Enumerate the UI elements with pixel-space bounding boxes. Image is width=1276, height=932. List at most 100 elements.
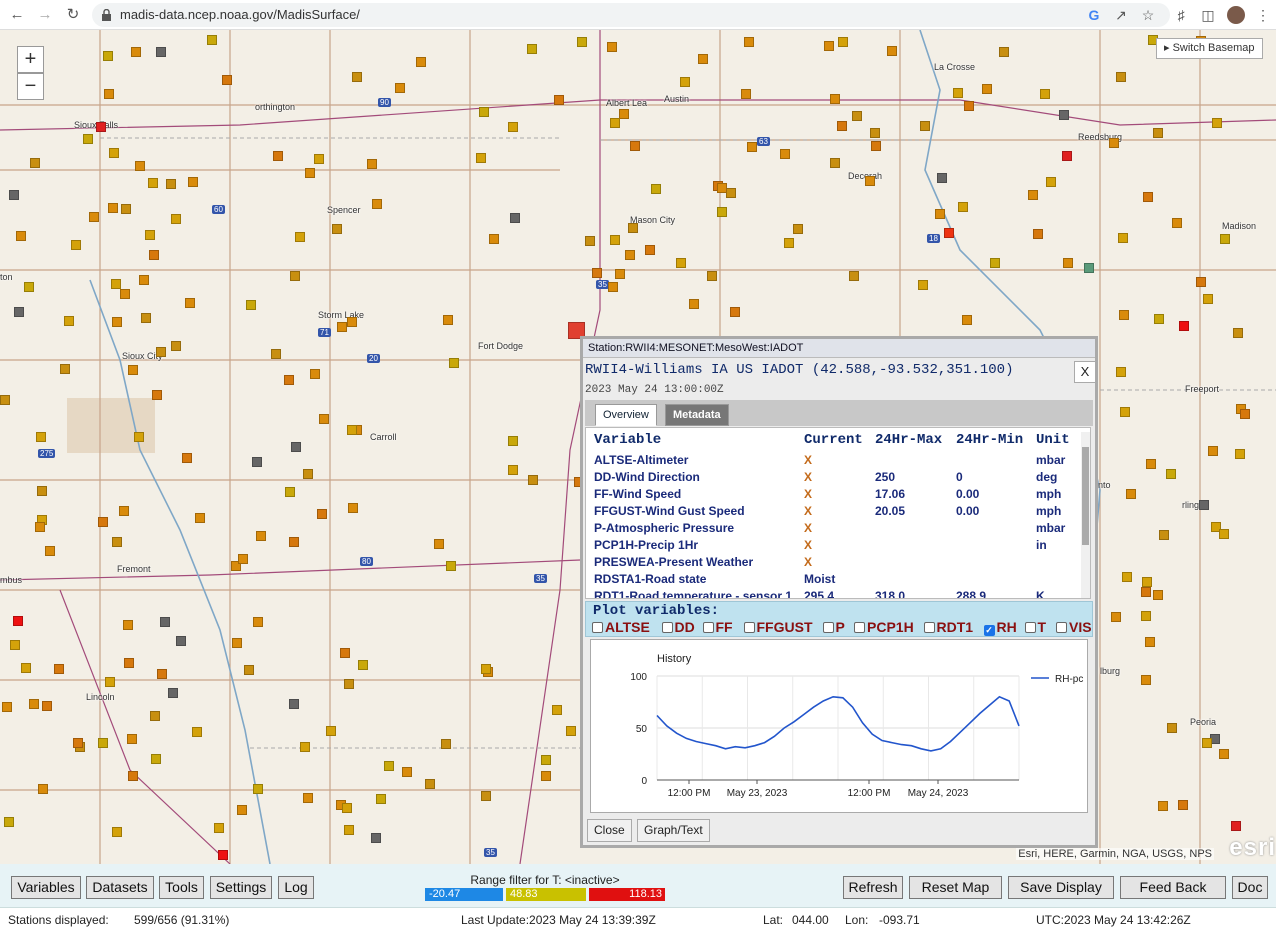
station-marker[interactable] — [1153, 590, 1163, 600]
station-marker[interactable] — [1219, 529, 1229, 539]
station-marker[interactable] — [1202, 738, 1212, 748]
station-marker[interactable] — [54, 664, 64, 674]
station-marker[interactable] — [830, 94, 840, 104]
station-marker[interactable] — [870, 128, 880, 138]
station-marker[interactable] — [508, 436, 518, 446]
station-marker[interactable] — [527, 44, 537, 54]
checkbox-icon[interactable] — [822, 622, 834, 633]
station-marker[interactable] — [1109, 138, 1119, 148]
station-marker[interactable] — [171, 341, 181, 351]
station-marker[interactable] — [707, 271, 717, 281]
checkbox-icon[interactable]: ✓ — [983, 625, 995, 636]
station-marker[interactable] — [98, 738, 108, 748]
station-marker[interactable] — [1166, 469, 1176, 479]
station-marker[interactable] — [680, 77, 690, 87]
station-marker[interactable] — [1116, 72, 1126, 82]
checkbox-icon[interactable] — [1056, 622, 1067, 633]
station-marker[interactable] — [13, 616, 23, 626]
address-bar[interactable]: madis-data.ncep.noaa.gov/MadisSurface/ — [92, 3, 1170, 27]
datasets-button[interactable]: Datasets — [86, 876, 154, 899]
station-marker[interactable] — [38, 784, 48, 794]
station-marker[interactable] — [780, 149, 790, 159]
map[interactable]: Sioux Falls orthington Albert Lea Austin La … — [0, 30, 1276, 864]
station-marker[interactable] — [73, 738, 83, 748]
plot-var-ff[interactable]: FF — [702, 619, 733, 635]
station-marker[interactable] — [372, 199, 382, 209]
station-marker[interactable] — [256, 531, 266, 541]
station-marker[interactable] — [830, 158, 840, 168]
station-marker[interactable] — [982, 84, 992, 94]
star-icon[interactable]: ☆ — [1137, 4, 1159, 26]
station-marker[interactable] — [96, 122, 106, 132]
variables-button[interactable]: Variables — [11, 876, 81, 899]
station-marker[interactable] — [347, 317, 357, 327]
station-marker[interactable] — [1212, 118, 1222, 128]
station-marker[interactable] — [698, 54, 708, 64]
station-marker[interactable] — [160, 617, 170, 627]
station-marker[interactable] — [577, 37, 587, 47]
checkbox-icon[interactable] — [1024, 622, 1036, 633]
station-marker[interactable] — [344, 679, 354, 689]
station-marker[interactable] — [305, 168, 315, 178]
station-marker[interactable] — [528, 475, 538, 485]
station-marker[interactable] — [1062, 151, 1072, 161]
station-marker[interactable] — [726, 188, 736, 198]
station-marker[interactable] — [887, 46, 897, 56]
station-marker[interactable] — [112, 537, 122, 547]
station-marker[interactable] — [1141, 587, 1151, 597]
station-marker[interactable] — [920, 121, 930, 131]
station-marker[interactable] — [434, 539, 444, 549]
station-marker[interactable] — [148, 178, 158, 188]
station-marker[interactable] — [151, 754, 161, 764]
station-marker[interactable] — [16, 231, 26, 241]
station-marker[interactable] — [508, 122, 518, 132]
station-marker[interactable] — [744, 37, 754, 47]
station-marker[interactable] — [253, 617, 263, 627]
station-marker[interactable] — [83, 134, 93, 144]
station-marker[interactable] — [64, 316, 74, 326]
station-marker[interactable] — [645, 245, 655, 255]
range-max[interactable]: 118.13 — [589, 888, 665, 901]
station-marker[interactable] — [1196, 277, 1206, 287]
station-marker[interactable] — [244, 665, 254, 675]
station-marker[interactable] — [1033, 229, 1043, 239]
station-marker[interactable] — [9, 190, 19, 200]
station-marker[interactable] — [358, 660, 368, 670]
station-marker[interactable] — [1142, 577, 1152, 587]
station-marker[interactable] — [29, 699, 39, 709]
station-marker[interactable] — [150, 711, 160, 721]
station-marker[interactable] — [35, 522, 45, 532]
station-marker[interactable] — [793, 224, 803, 234]
checkbox-icon[interactable] — [923, 622, 935, 633]
station-marker[interactable] — [838, 37, 848, 47]
station-marker[interactable] — [849, 271, 859, 281]
station-marker[interactable] — [615, 269, 625, 279]
station-marker[interactable] — [344, 825, 354, 835]
station-marker[interactable] — [128, 365, 138, 375]
station-marker[interactable] — [141, 313, 151, 323]
station-marker[interactable] — [371, 833, 381, 843]
station-marker[interactable] — [508, 465, 518, 475]
station-marker[interactable] — [157, 669, 167, 679]
station-marker[interactable] — [21, 663, 31, 673]
tab-overview[interactable]: Overview — [595, 404, 657, 426]
extensions-icon[interactable]: ♯ — [1170, 4, 1192, 26]
plot-var-ffgust[interactable]: FFGUST — [743, 619, 813, 635]
station-marker[interactable] — [1146, 459, 1156, 469]
station-marker[interactable] — [944, 228, 954, 238]
station-marker[interactable] — [310, 369, 320, 379]
station-marker[interactable] — [425, 779, 435, 789]
station-marker[interactable] — [105, 677, 115, 687]
station-marker[interactable] — [314, 154, 324, 164]
station-marker[interactable] — [717, 207, 727, 217]
station-marker[interactable] — [121, 204, 131, 214]
station-marker[interactable] — [554, 95, 564, 105]
station-marker[interactable] — [332, 224, 342, 234]
station-marker[interactable] — [348, 503, 358, 513]
zoom-in-button[interactable]: + — [17, 46, 44, 73]
station-marker[interactable] — [630, 141, 640, 151]
station-marker[interactable] — [376, 794, 386, 804]
station-marker[interactable] — [784, 238, 794, 248]
station-marker[interactable] — [962, 315, 972, 325]
station-marker[interactable] — [1179, 321, 1189, 331]
